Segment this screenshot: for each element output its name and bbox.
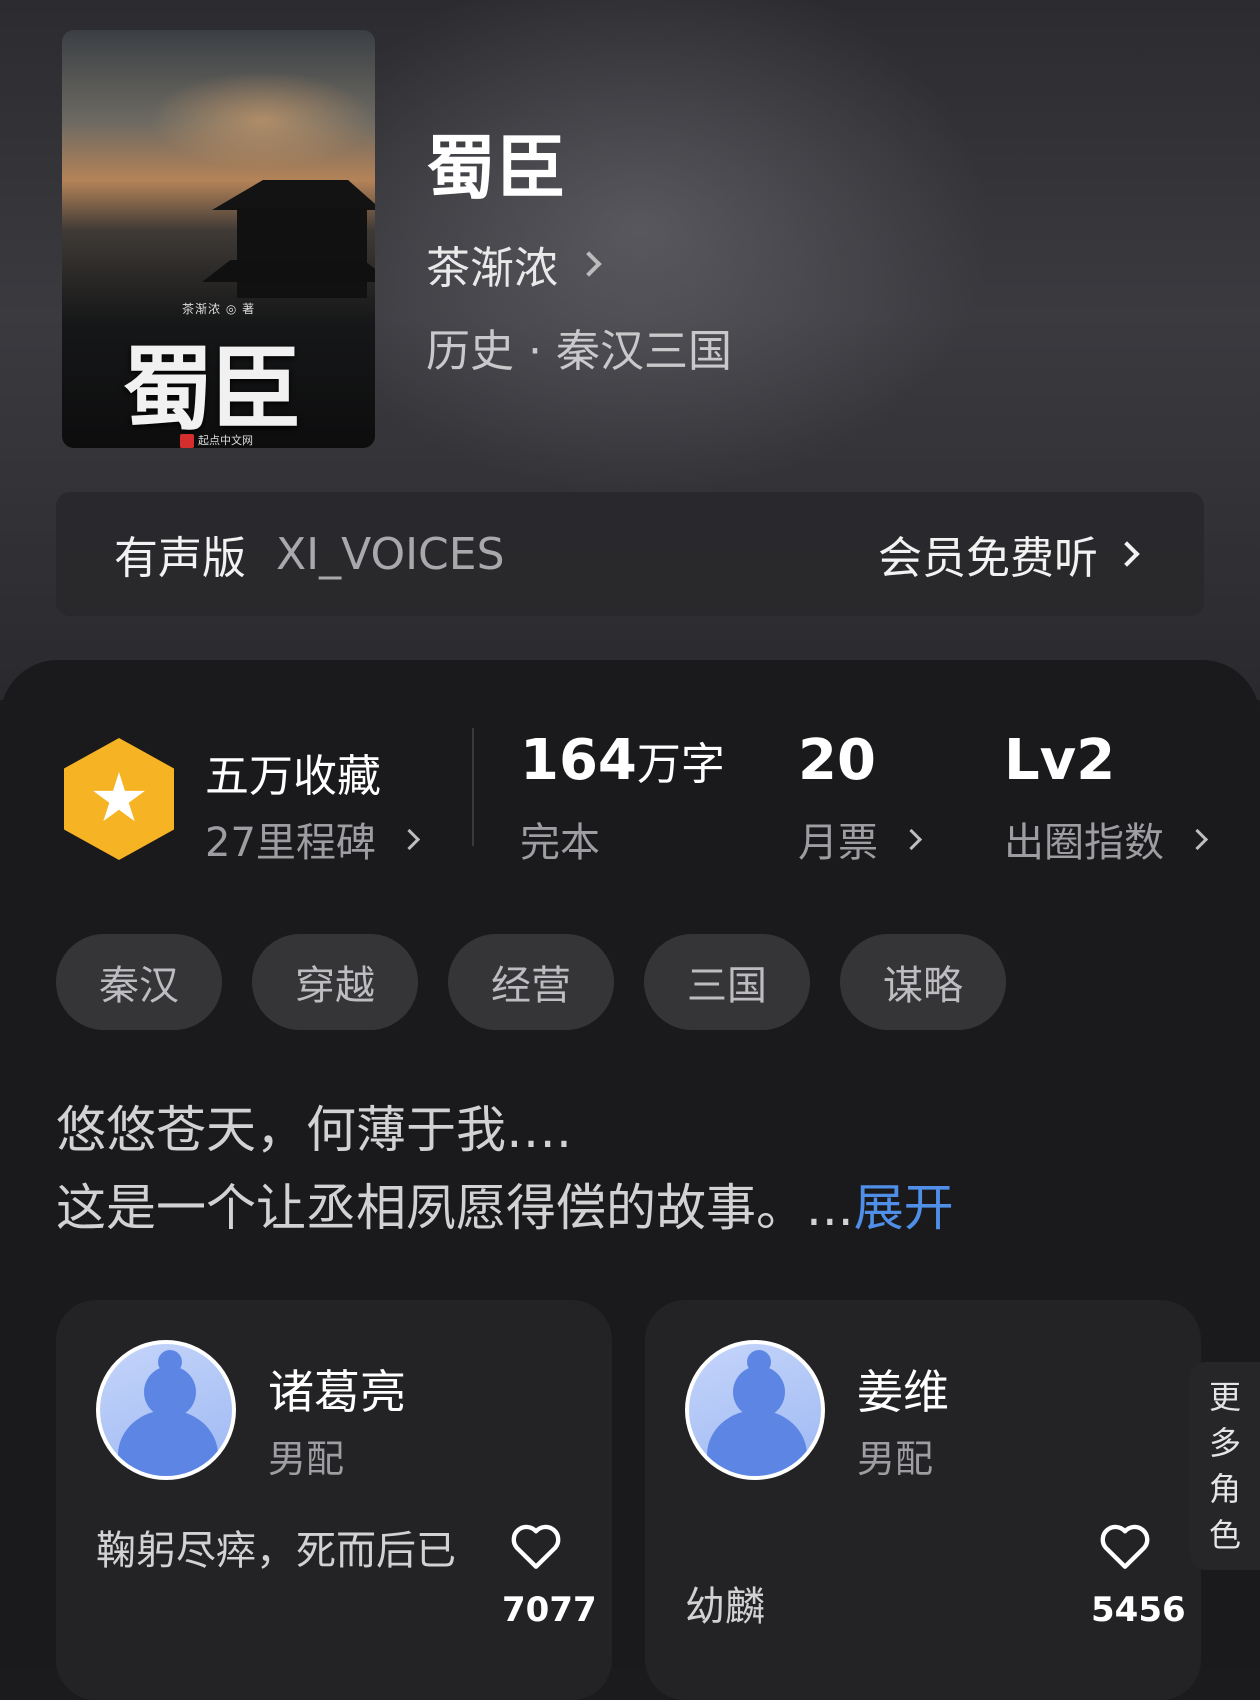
completion-status: 完本 xyxy=(520,820,600,866)
audio-edition-bar[interactable]: 有声版 XI_VOICES 会员免费听 xyxy=(56,492,1204,616)
listen-free-label: 会员免费听 xyxy=(878,533,1098,584)
author-name: 茶渐浓 xyxy=(426,243,558,294)
cover-publisher: 起点中文网 xyxy=(180,432,253,448)
character-role: 男配 xyxy=(857,1437,934,1481)
collection-count: 五万收藏 xyxy=(205,751,381,802)
tag-chip[interactable]: 三国 xyxy=(644,934,810,1030)
tag-chip[interactable]: 穿越 xyxy=(252,934,418,1030)
tag-chip[interactable]: 秦汉 xyxy=(56,934,222,1030)
character-name: 诸葛亮 xyxy=(268,1365,406,1419)
word-count-number: 164 xyxy=(520,728,637,793)
book-cover[interactable]: 茶渐浓 ◎ 著 蜀臣 起点中文网 xyxy=(62,30,375,448)
character-quote: 鞠躬尽瘁，死而后已 xyxy=(96,1528,456,1574)
character-card[interactable]: 姜维 男配 幼麟 5456 xyxy=(645,1300,1201,1700)
chevron-right-icon xyxy=(398,828,421,850)
listen-free-button[interactable]: 会员免费听 xyxy=(878,522,1140,586)
book-category: 历史 · 秦汉三国 xyxy=(426,326,732,377)
popularity-index-label: 出圈指数 xyxy=(1004,820,1164,866)
star-icon xyxy=(93,772,145,822)
popularity-index-link[interactable]: 出圈指数 xyxy=(1004,810,1209,868)
cover-pavilion xyxy=(237,208,367,298)
publisher-logo-icon xyxy=(180,434,194,448)
popularity-level: Lv2 xyxy=(1004,728,1116,793)
monthly-votes-label: 月票 xyxy=(798,820,878,866)
monthly-votes-count: 20 xyxy=(798,728,876,793)
milestone-label: 27里程碑 xyxy=(205,820,376,866)
avatar-body xyxy=(118,1410,218,1476)
chevron-right-icon xyxy=(1186,828,1209,850)
stats-divider xyxy=(472,728,474,846)
more-characters-char: 多 xyxy=(1208,1424,1241,1462)
chevron-right-icon xyxy=(1114,541,1140,567)
character-quote: 幼麟 xyxy=(685,1584,765,1630)
character-role: 男配 xyxy=(268,1437,345,1481)
audio-voice: XI_VOICES xyxy=(276,528,505,580)
more-characters-button[interactable]: 更 多 角 色 xyxy=(1190,1362,1260,1570)
tag-chip[interactable]: 经营 xyxy=(448,934,614,1030)
synopsis-line: 悠悠苍天，何薄于我…. xyxy=(56,1101,572,1159)
cover-sky xyxy=(62,30,375,190)
character-name: 姜维 xyxy=(857,1365,949,1419)
chevron-right-icon xyxy=(900,828,923,850)
word-count: 164万字 xyxy=(520,728,725,793)
cover-publisher-name: 起点中文网 xyxy=(198,434,253,447)
like-count: 7077 xyxy=(502,1590,597,1630)
heart-icon[interactable] xyxy=(508,1522,564,1570)
expand-link[interactable]: 展开 xyxy=(854,1179,954,1237)
word-count-unit: 万字 xyxy=(636,739,725,790)
avatar-body xyxy=(707,1410,807,1476)
audio-label: 有声版 xyxy=(114,533,246,584)
heart-icon[interactable] xyxy=(1097,1522,1153,1570)
milestone-link[interactable]: 27里程碑 xyxy=(205,810,421,868)
synopsis-line: 这是一个让丞相夙愿得偿的故事。...展开 xyxy=(56,1168,954,1240)
synopsis-line-text: 这是一个让丞相夙愿得偿的故事。... xyxy=(56,1179,854,1237)
more-characters-char: 角 xyxy=(1208,1470,1241,1508)
cover-pavilion-roof-lower xyxy=(202,260,375,282)
book-title: 蜀臣 xyxy=(426,126,566,209)
more-characters-char: 更 xyxy=(1208,1378,1241,1416)
monthly-votes-link[interactable]: 月票 xyxy=(798,810,923,868)
character-card[interactable]: 诸葛亮 男配 鞠躬尽瘁，死而后已 7077 xyxy=(56,1300,612,1700)
author-link[interactable]: 茶渐浓 xyxy=(426,232,602,296)
chevron-right-icon xyxy=(576,251,602,277)
avatar xyxy=(96,1340,236,1480)
more-characters-char: 色 xyxy=(1208,1516,1241,1554)
avatar xyxy=(685,1340,825,1480)
tag-chip[interactable]: 谋略 xyxy=(840,934,1006,1030)
cover-title: 蜀臣 xyxy=(122,335,302,443)
like-count: 5456 xyxy=(1091,1590,1186,1630)
